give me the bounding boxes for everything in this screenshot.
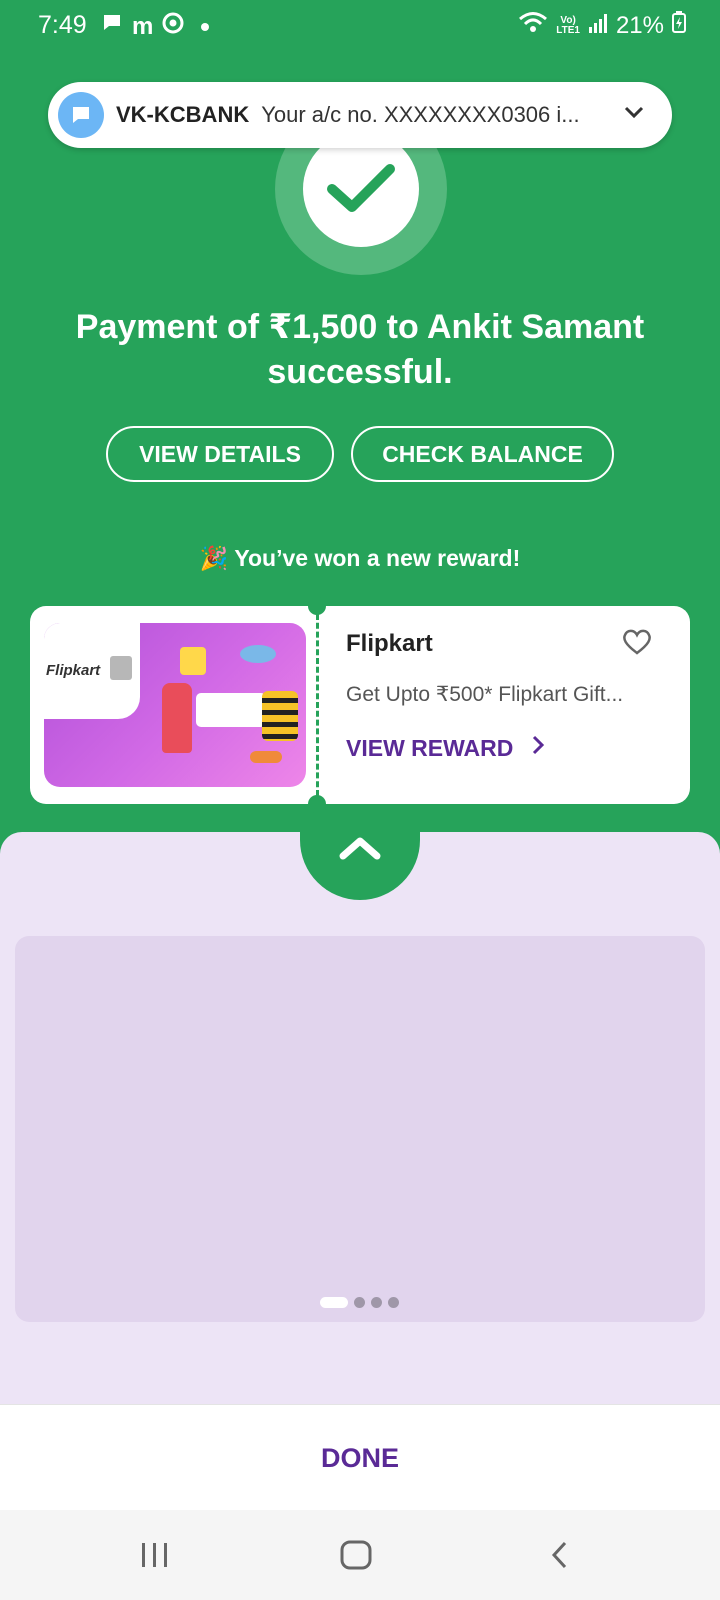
- signal-icon: [588, 12, 608, 40]
- volte-label-bottom: LTE1: [556, 24, 580, 36]
- ticket-notch-top: [308, 597, 326, 615]
- dress-illustration: [162, 683, 192, 753]
- flipkart-bag-icon: [110, 656, 132, 680]
- heart-icon[interactable]: [622, 628, 652, 661]
- message-app-icon: [58, 92, 104, 138]
- check-balance-button[interactable]: CHECK BALANCE: [351, 426, 614, 482]
- pay-later-cart-icon: [196, 693, 266, 727]
- carousel-dot: [354, 1297, 365, 1308]
- notification-text: Your a/c no. XXXXXXXX0306 i...: [261, 102, 580, 127]
- reward-heading: 🎉 You’ve won a new reward!: [199, 545, 521, 571]
- flipkart-logo-tile: Flipkart: [44, 623, 140, 719]
- battery-percent: 21%: [615, 11, 664, 39]
- status-system-icons: Vo) LTE1 21%: [518, 11, 686, 40]
- carousel-dot: [371, 1297, 382, 1308]
- recents-icon[interactable]: [140, 1540, 170, 1575]
- chrome-icon: [162, 12, 184, 41]
- done-bar: DONE: [0, 1404, 720, 1511]
- checkmark-icon: [327, 164, 395, 212]
- payment-status-title: Payment of ₹1,500 to Ankit Samant succes…: [75, 308, 645, 391]
- volte-icon: Vo) LTE1: [556, 15, 580, 36]
- notification-sender: VK-KCBANK: [116, 102, 250, 127]
- system-nav-bar: [0, 1510, 720, 1600]
- wifi-icon: [518, 11, 548, 40]
- status-bar: 7:49 m Vo) LTE1 21%: [0, 0, 720, 54]
- back-icon[interactable]: [549, 1540, 569, 1575]
- shirt-illustration: [262, 691, 298, 741]
- status-time: 7:49: [38, 11, 87, 39]
- message-icon: [101, 12, 123, 41]
- view-details-button[interactable]: VIEW DETAILS: [106, 426, 334, 482]
- carousel-dot-active: [320, 1297, 348, 1308]
- carousel-indicator: [320, 1297, 399, 1308]
- done-button[interactable]: DONE: [321, 1443, 399, 1474]
- flipkart-logo-text: Flipkart: [46, 662, 101, 679]
- reward-brand: Flipkart: [346, 630, 433, 657]
- battery-charging-icon: [672, 11, 686, 40]
- view-reward-button[interactable]: VIEW REWARD: [346, 734, 545, 762]
- check-disc: [303, 135, 419, 247]
- offers-carousel[interactable]: [15, 936, 705, 1322]
- more-notifications-dot: [201, 22, 210, 31]
- reward-card[interactable]: Flipkart Flipkart Get Upto ₹500* Flipkar…: [30, 597, 698, 813]
- view-reward-label: VIEW REWARD: [346, 734, 514, 761]
- ticket-notch-bottom: [308, 795, 326, 813]
- clothing-illustration: [180, 647, 206, 675]
- gmail-icon: m: [132, 12, 154, 40]
- shoes-illustration: [250, 751, 282, 763]
- reward-description: Get Upto ₹500* Flipkart Gift...: [346, 683, 624, 706]
- sms-notification-banner[interactable]: VK-KCBANK Your a/c no. XXXXXXXX0306 i...: [48, 82, 672, 148]
- ticket-scallop-edge: [682, 618, 698, 792]
- chevron-up-icon[interactable]: [337, 834, 383, 869]
- ticket-divider: [316, 614, 319, 796]
- chevron-right-icon: [531, 734, 545, 762]
- status-notification-icons: m: [101, 12, 210, 41]
- carousel-dot: [388, 1297, 399, 1308]
- chevron-down-icon[interactable]: [624, 105, 644, 124]
- success-check: [275, 135, 447, 275]
- home-icon[interactable]: [339, 1540, 373, 1575]
- hat-illustration: [240, 645, 276, 663]
- reward-banner-image: Flipkart: [44, 623, 306, 787]
